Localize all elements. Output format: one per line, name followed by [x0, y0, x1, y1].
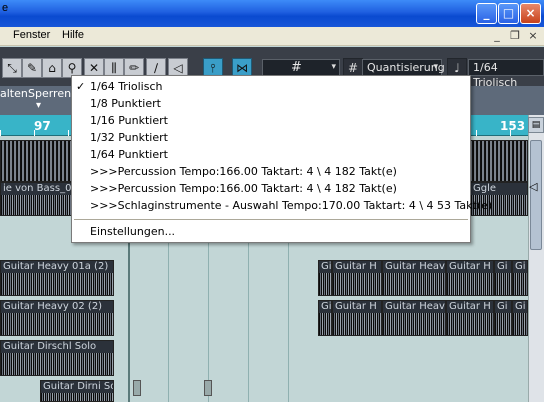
- menu-item-label: 1/32 Punktiert: [90, 131, 168, 144]
- audio-clip[interactable]: Gi: [318, 300, 332, 336]
- audio-clip[interactable]: Gi: [318, 260, 332, 296]
- menu-fenster[interactable]: Fenster: [13, 29, 50, 41]
- minimize-button[interactable]: _: [476, 3, 497, 24]
- menu-item-label: 1/64 Triolisch: [90, 80, 163, 93]
- menu-item-label: 1/8 Punktiert: [90, 97, 161, 110]
- column-sort-icon[interactable]: ▾: [36, 100, 41, 112]
- menu-item-label: Einstellungen...: [90, 225, 176, 238]
- clip-label: Guitar Heav: [383, 261, 445, 273]
- menu-hilfe[interactable]: Hilfe: [62, 29, 84, 41]
- range-tool-icon[interactable]: ✎: [22, 58, 42, 78]
- clip-label: Gi: [495, 261, 511, 273]
- menu-item-1-32-punktiert[interactable]: 1/32 Punktiert: [72, 129, 470, 146]
- clip-label: Guitar Heavy 01a (2): [1, 261, 113, 273]
- clip-label: Guitar H: [447, 301, 493, 313]
- scroll-menu-icon[interactable]: ▤: [528, 117, 544, 133]
- clip-label: Guitar H: [447, 261, 493, 273]
- zoom-handle-icon[interactable]: ◁: [529, 180, 537, 193]
- window-title-bar: [0, 0, 544, 27]
- grid-icon: #: [291, 60, 302, 75]
- scrollbar-thumb[interactable]: [530, 140, 542, 250]
- event-marker[interactable]: [133, 380, 141, 396]
- clip-label: Guitar Heavy 02 (2): [1, 301, 113, 313]
- chevron-down-icon: ▾: [331, 62, 336, 72]
- clip-label: Guitar Dirni Sol: [41, 381, 113, 393]
- menu-partial[interactable]: e: [2, 2, 8, 14]
- audio-clip[interactable]: Guitar H: [446, 300, 494, 336]
- audio-clip[interactable]: Gi: [512, 300, 528, 336]
- menu-item-percussion-preset-1[interactable]: >>>Percussion Tempo:166.00 Taktart: 4 \ …: [72, 163, 470, 180]
- clip-label: Gi: [319, 261, 331, 273]
- menu-item-1-64-triolisch[interactable]: ✓ 1/64 Triolisch: [72, 78, 470, 95]
- column-label-halten: alten: [0, 87, 28, 100]
- audio-clip[interactable]: Guitar Heav: [382, 260, 446, 296]
- audio-clip[interactable]: Guitar Heav: [382, 300, 446, 336]
- quantize-select[interactable]: Quantisierung ▾: [362, 59, 445, 76]
- audio-clip[interactable]: Gi: [494, 300, 512, 336]
- clip-label: Gi: [513, 261, 527, 273]
- clip-label: Guitar H: [333, 301, 381, 313]
- mdi-restore-button[interactable]: ❐: [508, 29, 522, 43]
- clip-label: Guitar Heav: [383, 301, 445, 313]
- menu-separator: [74, 219, 468, 220]
- menu-item-label: >>>Schlaginstrumente - Auswahl Tempo:170…: [90, 199, 493, 212]
- quantize-value: 1/64 Triolisch: [473, 61, 518, 89]
- column-label-sperren: Sperren: [28, 87, 72, 100]
- mdi-minimize-button[interactable]: _: [490, 29, 504, 43]
- audio-clip[interactable]: Guitar Dirni Sol: [40, 380, 114, 402]
- clip-label: Gi: [513, 301, 527, 313]
- clip-label: Ggle: [471, 183, 527, 195]
- maximize-button[interactable]: □: [498, 3, 519, 24]
- quantize-value-field[interactable]: 1/64 Triolisch: [468, 59, 544, 89]
- clip-label: Guitar H: [333, 261, 381, 273]
- menu-item-1-64-punktiert[interactable]: 1/64 Punktiert: [72, 146, 470, 163]
- clip-label: Gi: [319, 301, 331, 313]
- audio-clip[interactable]: Guitar H: [332, 300, 382, 336]
- audio-clip[interactable]: Gi: [512, 260, 528, 296]
- chevron-down-icon: ▾: [433, 62, 438, 72]
- grid-type-select[interactable]: # ▾: [262, 59, 340, 76]
- menu-item-label: 1/16 Punktiert: [90, 114, 168, 127]
- mdi-close-button[interactable]: ×: [526, 29, 540, 43]
- clip-label: Guitar Dirschl Solo: [1, 341, 113, 353]
- clip-label: Gi: [495, 301, 511, 313]
- menu-item-schlaginstrumente-preset[interactable]: >>>Schlaginstrumente - Auswahl Tempo:170…: [72, 197, 492, 214]
- audio-clip[interactable]: Guitar H: [332, 260, 382, 296]
- audio-clip[interactable]: Guitar H: [446, 260, 494, 296]
- quantize-dropdown-menu: ✓ 1/64 Triolisch 1/8 Punktiert 1/16 Punk…: [71, 75, 492, 243]
- menu-item-label: >>>Percussion Tempo:166.00 Taktart: 4 \ …: [90, 182, 397, 195]
- menu-item-einstellungen[interactable]: Einstellungen...: [72, 223, 470, 240]
- audio-clip[interactable]: Gi: [494, 260, 512, 296]
- menu-item-percussion-preset-2[interactable]: >>>Percussion Tempo:166.00 Taktart: 4 \ …: [72, 180, 470, 197]
- menu-item-1-8-punktiert[interactable]: 1/8 Punktiert: [72, 95, 470, 112]
- select-tool-icon[interactable]: ⤡: [2, 58, 22, 78]
- menu-item-1-16-punktiert[interactable]: 1/16 Punktiert: [72, 112, 470, 129]
- glue-tool-icon[interactable]: ⌂: [42, 58, 62, 78]
- close-button[interactable]: ×: [520, 3, 541, 24]
- event-marker[interactable]: [204, 380, 212, 396]
- audio-clip[interactable]: Guitar Dirschl Solo: [0, 340, 114, 376]
- audio-clip[interactable]: Guitar Heavy 02 (2): [0, 300, 114, 336]
- audio-clip[interactable]: Guitar Heavy 01a (2): [0, 260, 114, 296]
- checkmark-icon: ✓: [76, 80, 86, 93]
- menu-item-label: 1/64 Punktiert: [90, 148, 168, 161]
- menu-item-label: >>>Percussion Tempo:166.00 Taktart: 4 \ …: [90, 165, 397, 178]
